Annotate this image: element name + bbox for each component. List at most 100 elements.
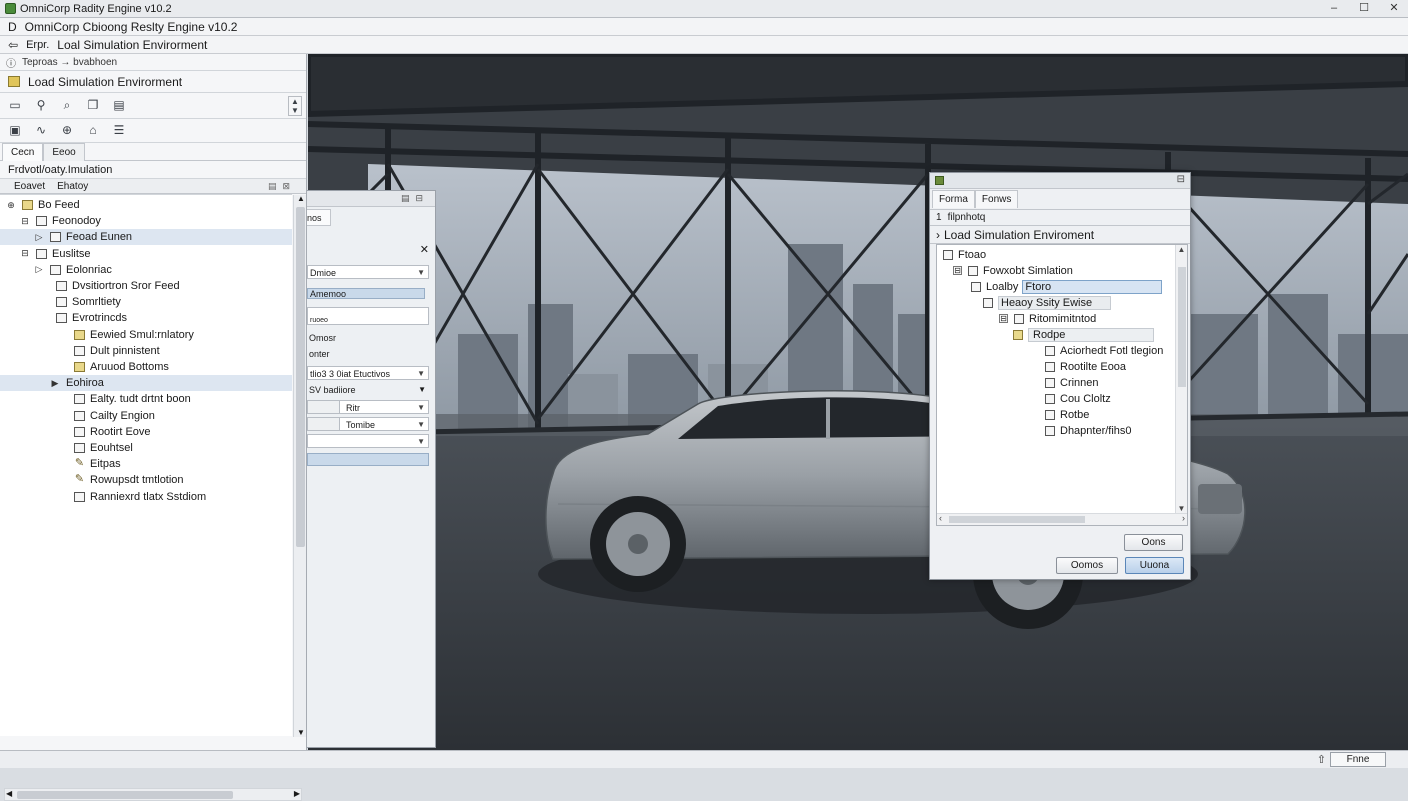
tree-row[interactable]: Ranniexrd tlatx Sstdiom	[0, 489, 292, 505]
link-icon[interactable]: ⚲	[34, 99, 48, 112]
list-icon[interactable]: ☰	[112, 124, 126, 137]
scroll-up-icon[interactable]: ▲	[1176, 245, 1187, 254]
collapse-toggle-icon[interactable]: ⊟	[999, 314, 1008, 323]
tree-vertical-scrollbar[interactable]: ▲ ▼	[293, 194, 306, 737]
tree-row[interactable]: ⊕ Bo Feed	[0, 197, 292, 213]
chevron-down-icon[interactable]: ▼	[417, 435, 425, 449]
tab-eeoo[interactable]: Eeoo	[43, 142, 85, 161]
scroll-right-icon[interactable]: ▶	[294, 789, 300, 798]
tree-row[interactable]: ✎ Eitpas	[0, 456, 292, 472]
dialog-tree-row[interactable]: Dhapnter/fihs0	[1045, 423, 1132, 438]
dialog-tree-row[interactable]: Crinnen	[1045, 375, 1099, 390]
back-arrow-icon[interactable]: ⇦	[8, 38, 18, 52]
tree-row[interactable]: Eouhtsel	[0, 440, 292, 456]
property-slider[interactable]: Amemoo	[307, 288, 425, 299]
column-header[interactable]: Ehatoy	[57, 181, 88, 192]
chevron-down-icon[interactable]: ▼	[417, 266, 425, 280]
property-dropdown[interactable]: Ritr ▼	[307, 400, 429, 414]
tree-row[interactable]: ⊟ Feonodoy	[0, 213, 292, 229]
tree-row[interactable]: Aruuod Bottoms	[0, 359, 292, 375]
chevron-down-icon[interactable]: ▼	[418, 383, 426, 397]
render-viewport[interactable]	[308, 54, 1408, 750]
expand-arrow-icon[interactable]: ›	[936, 226, 940, 243]
scroll-right-icon[interactable]: ›	[1182, 513, 1185, 523]
collapse-icon[interactable]: ▲ ▼	[288, 95, 302, 116]
dialog-tree-row[interactable]: Rodpe	[1013, 327, 1155, 342]
tree-row[interactable]: Ealty. tudt drtnt boon	[0, 391, 292, 407]
panel-menu-icon[interactable]: ▤⊠	[268, 181, 296, 192]
wave-icon[interactable]: ∿	[34, 124, 48, 137]
breadcrumb-item[interactable]: Loal Simulation Envirorment	[57, 38, 207, 52]
tree-row[interactable]: Dvsitiortron Sror Feed	[0, 278, 292, 294]
tree-row[interactable]: ✎ Rowupsdt tmtlotion	[0, 472, 292, 488]
scroll-left-icon[interactable]: ‹	[939, 513, 942, 523]
tab-properties[interactable]: nos	[307, 209, 331, 226]
tab-cecn[interactable]: Cecn	[2, 142, 44, 161]
property-dropdown[interactable]: ▼	[307, 434, 429, 448]
dialog-tree-row[interactable]: Loalby Ftoro	[971, 279, 1163, 294]
expand-toggle-icon[interactable]: ⊕	[6, 200, 16, 211]
upload-icon[interactable]: ⇧	[1317, 753, 1326, 766]
property-field[interactable]: ruoeo	[307, 307, 429, 325]
scroll-up-icon[interactable]: ▲	[297, 194, 305, 203]
swatch-box[interactable]	[308, 418, 340, 430]
dialog-horizontal-scrollbar[interactable]: ‹ ›	[937, 513, 1187, 525]
column-header[interactable]: Eoavet	[14, 181, 45, 192]
inline-edit-field[interactable]: Ftoro	[1022, 279, 1163, 294]
close-icon[interactable]: ✕	[420, 243, 429, 256]
dialog-close-icon[interactable]: ⊟	[1177, 174, 1185, 185]
dialog-tree-row[interactable]: Rootilte Eooa	[1045, 359, 1126, 374]
tree-row[interactable]: Eewied Smul:rnlatory	[0, 327, 292, 343]
expand-toggle-icon[interactable]: ▶	[50, 378, 60, 389]
tree-row[interactable]: ▷ Eolonriac	[0, 262, 292, 278]
folder-open-icon[interactable]: ▭	[8, 99, 22, 112]
dialog-tree-row[interactable]: ⊟ Fowxobt Simlation	[953, 263, 1073, 278]
property-slider[interactable]	[307, 453, 429, 466]
dialog-tree-row[interactable]: Heaoy Ssity Ewise	[983, 295, 1112, 310]
confirm-button[interactable]: Uuona	[1125, 557, 1184, 574]
dialog-tree-row[interactable]: Aciorhedt Fotl tlegion	[1045, 343, 1163, 358]
expand-toggle-icon[interactable]: ⊟	[20, 248, 30, 259]
scroll-left-icon[interactable]: ◀	[6, 789, 12, 798]
scrollbar-thumb[interactable]	[1178, 267, 1186, 387]
tree-row[interactable]: Dult pinnistent	[0, 343, 292, 359]
status-button[interactable]: Fnne	[1330, 752, 1386, 767]
dialog-tree-row[interactable]: ⊟ Ritomimitntod	[999, 311, 1096, 326]
tree-row[interactable]: Somrltiety	[0, 294, 292, 310]
globe-icon[interactable]: ⊕	[60, 124, 74, 137]
save-icon[interactable]: ▣	[8, 124, 22, 137]
property-dropdown[interactable]: Dmioe ▼	[307, 265, 429, 279]
expand-toggle-icon[interactable]: ▷	[34, 232, 44, 243]
copy-icon[interactable]: ❐	[86, 99, 100, 112]
tab-forma[interactable]: Forma	[932, 190, 975, 208]
chevron-down-icon[interactable]: ▼	[417, 418, 425, 432]
property-label[interactable]: SV badiiore ▼	[307, 383, 429, 397]
minimize-button[interactable]: –	[1326, 1, 1342, 16]
swatch-box[interactable]	[308, 401, 340, 413]
dialog-vertical-scrollbar[interactable]: ▲ ▼	[1175, 245, 1187, 513]
cancel-button[interactable]: Oomos	[1056, 557, 1118, 574]
ok-button[interactable]: Oons	[1124, 534, 1183, 551]
tab-fonws[interactable]: Fonws	[974, 190, 1019, 208]
maximize-button[interactable]: ☐	[1356, 1, 1372, 16]
search-icon[interactable]: ⌕	[60, 99, 74, 112]
dialog-tree-row[interactable]: Cou Cloltz	[1045, 391, 1111, 406]
collapse-toggle-icon[interactable]: ⊟	[953, 266, 962, 275]
tree-row[interactable]: ▷ Feoad Eunen	[0, 229, 292, 246]
dialog-tree-row[interactable]: Ftoao	[943, 247, 986, 262]
scroll-down-icon[interactable]: ▼	[1176, 504, 1187, 513]
document-icon[interactable]: ▤	[112, 99, 126, 112]
menu-prefix[interactable]: D	[8, 20, 17, 34]
scroll-down-icon[interactable]: ▼	[297, 728, 305, 737]
tree-row[interactable]: ⊟ Euslitse	[0, 246, 292, 262]
expand-toggle-icon[interactable]: ⊟	[20, 216, 30, 227]
scrollbar-thumb[interactable]	[949, 516, 1085, 523]
panel-controls-icon[interactable]: ▤⊟	[401, 193, 429, 204]
home-icon[interactable]: ⌂	[86, 124, 100, 137]
dialog-tree-row[interactable]: Rotbe	[1045, 407, 1089, 422]
tree-horizontal-scrollbar[interactable]: ◀ ▶	[4, 788, 302, 801]
property-dropdown[interactable]: Tomibe ▼	[307, 417, 429, 431]
expand-toggle-icon[interactable]: ▷	[34, 264, 44, 275]
chevron-down-icon[interactable]: ▼	[417, 401, 425, 415]
breadcrumb-prefix[interactable]: Erpr.	[26, 39, 49, 51]
